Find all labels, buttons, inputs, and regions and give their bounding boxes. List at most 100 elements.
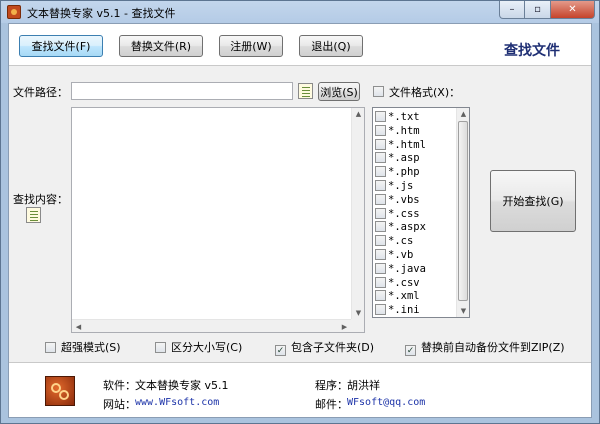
scrollbar-corner [351, 319, 364, 332]
replace-files-button[interactable]: 替换文件(R) [119, 35, 203, 57]
app-logo [45, 376, 75, 406]
file-type-item[interactable]: *.txt [375, 109, 420, 123]
register-button[interactable]: 注册(W) [219, 35, 283, 57]
file-type-checkbox[interactable] [375, 138, 386, 150]
file-type-label: *.css [388, 207, 420, 220]
file-type-item[interactable]: *.asp [375, 150, 420, 164]
content-list-icon[interactable] [26, 207, 41, 223]
title-bar[interactable]: 文本替换专家 v5.1 - 查找文件 – ▫ ✕ [1, 1, 599, 23]
file-type-label: *.java [388, 262, 426, 275]
file-type-item[interactable]: *.htm [375, 123, 420, 137]
file-type-label: *.txt [388, 111, 420, 123]
file-type-checkbox[interactable] [375, 180, 386, 191]
file-type-label: *.aspx [388, 221, 426, 234]
file-type-checkbox[interactable] [375, 235, 386, 247]
option-case-sensitive[interactable]: 区分大小写(C) [155, 339, 242, 355]
option-strong-mode[interactable]: 超强模式(S) [45, 339, 121, 355]
file-type-checkbox[interactable] [375, 290, 386, 302]
file-type-label: *.htm [388, 124, 420, 137]
file-type-label: *.cs [388, 235, 414, 248]
email-link[interactable]: WFsoft@qq.com [347, 397, 425, 408]
file-type-checkbox[interactable] [375, 276, 386, 288]
filepath-label: 文件路径： [13, 86, 68, 99]
scroll-down-icon[interactable]: ▼ [352, 309, 365, 317]
software-label: 软件： [103, 379, 136, 392]
file-type-scrollbar[interactable]: ▲ ▼ [456, 108, 469, 317]
website-link[interactable]: www.WFsoft.com [135, 397, 219, 408]
minimize-button[interactable]: – [499, 1, 525, 19]
browse-button[interactable]: 浏览(S) [318, 82, 360, 101]
case-sensitive-checkbox[interactable] [155, 342, 166, 353]
include-subfolders-checkbox[interactable]: ✓ [275, 345, 286, 356]
toolbar: 查找文件(F) 替换文件(R) 注册(W) 退出(Q) 查找文件 [9, 24, 591, 66]
file-type-checkbox[interactable] [375, 249, 386, 260]
website-label: 网站： [103, 398, 136, 411]
file-type-checkbox[interactable] [375, 124, 386, 136]
maximize-button[interactable]: ▫ [525, 1, 551, 19]
main-panel: 查找文件(F) 替换文件(R) 注册(W) 退出(Q) 查找文件 文件路径： 浏… [8, 23, 592, 418]
file-type-checkbox[interactable] [375, 166, 386, 178]
file-type-label: *.vbs [388, 193, 420, 206]
file-type-item[interactable]: *.csv [375, 275, 420, 289]
software-value: 文本替换专家 v5.1 [135, 379, 229, 392]
list-scroll-up-icon[interactable]: ▲ [457, 110, 470, 118]
file-type-item[interactable]: *.php [375, 164, 420, 178]
file-type-checkbox[interactable] [375, 207, 386, 219]
author-label: 程序： [315, 379, 348, 392]
find-files-button[interactable]: 查找文件(F) [19, 35, 103, 57]
file-type-checkbox[interactable] [375, 193, 386, 205]
file-type-item[interactable]: *.xml [375, 288, 420, 302]
email-label: 邮件： [315, 398, 348, 411]
app-logo-icon [7, 5, 21, 19]
option-include-subfolders[interactable]: ✓ 包含子文件夹(D) [275, 339, 374, 356]
file-type-label: *.js [388, 180, 414, 192]
scroll-left-icon[interactable]: ◀ [72, 323, 85, 331]
scroll-up-icon[interactable]: ▲ [352, 110, 365, 118]
content-horizontal-scrollbar[interactable]: ◀ ▶ [72, 319, 351, 332]
folder-picker-icon[interactable] [298, 83, 313, 99]
file-format-checkbox[interactable] [373, 86, 384, 97]
file-type-checkbox[interactable] [375, 304, 386, 316]
file-format-label: 文件格式(X)： [389, 86, 461, 99]
file-type-item[interactable]: *.css [375, 206, 420, 220]
file-type-label: *.html [388, 138, 426, 151]
strong-mode-label: 超强模式(S) [61, 341, 121, 354]
file-type-item[interactable]: *.js [375, 178, 413, 192]
file-type-list[interactable]: *.txt *.htm *.html *.asp *.php *.js *.vbs *.css… [372, 107, 470, 318]
list-scroll-thumb[interactable] [458, 121, 468, 301]
start-search-button[interactable]: 开始查找(G) [490, 170, 576, 232]
file-type-checkbox[interactable] [375, 262, 386, 274]
scroll-right-icon[interactable]: ▶ [338, 323, 351, 331]
file-type-item[interactable]: *.aspx [375, 219, 426, 233]
close-icon: ✕ [568, 4, 577, 15]
file-type-item[interactable]: *.vb [375, 247, 413, 261]
strong-mode-checkbox[interactable] [45, 342, 56, 353]
close-button[interactable]: ✕ [551, 1, 595, 19]
file-type-label: *.vb [388, 249, 414, 261]
file-type-label: *.xml [388, 290, 420, 303]
file-type-checkbox[interactable] [375, 221, 386, 233]
file-type-checkbox[interactable] [375, 152, 386, 164]
file-type-label: *.php [388, 166, 420, 179]
window-title: 文本替换专家 v5.1 - 查找文件 [27, 7, 176, 20]
filepath-input[interactable] [71, 82, 293, 100]
file-type-item[interactable]: *.html [375, 137, 426, 151]
content-vertical-scrollbar[interactable]: ▲ ▼ [351, 108, 364, 319]
app-window: 文本替换专家 v5.1 - 查找文件 – ▫ ✕ 查找文件(F) 替换文件(R)… [0, 0, 600, 424]
file-type-item[interactable]: *.ini [375, 302, 420, 316]
list-scroll-down-icon[interactable]: ▼ [457, 307, 470, 315]
page-title: 查找文件 [504, 43, 560, 59]
author-value: 胡洪祥 [347, 379, 380, 392]
file-type-label: *.asp [388, 152, 420, 165]
minimize-icon: – [509, 4, 515, 15]
file-type-item[interactable]: *.vbs [375, 192, 420, 206]
option-backup-zip[interactable]: ✓ 替换前自动备份文件到ZIP(Z) [405, 339, 565, 356]
backup-zip-checkbox[interactable]: ✓ [405, 345, 416, 356]
file-type-checkbox[interactable] [375, 111, 386, 122]
file-type-item[interactable]: *.java [375, 261, 426, 275]
search-content-label: 查找内容： [13, 193, 68, 206]
search-content-textarea[interactable]: ▲ ▼ ◀ ▶ [71, 107, 365, 333]
file-type-label: *.ini [388, 304, 420, 317]
file-type-item[interactable]: *.cs [375, 233, 413, 247]
exit-button[interactable]: 退出(Q) [299, 35, 363, 57]
